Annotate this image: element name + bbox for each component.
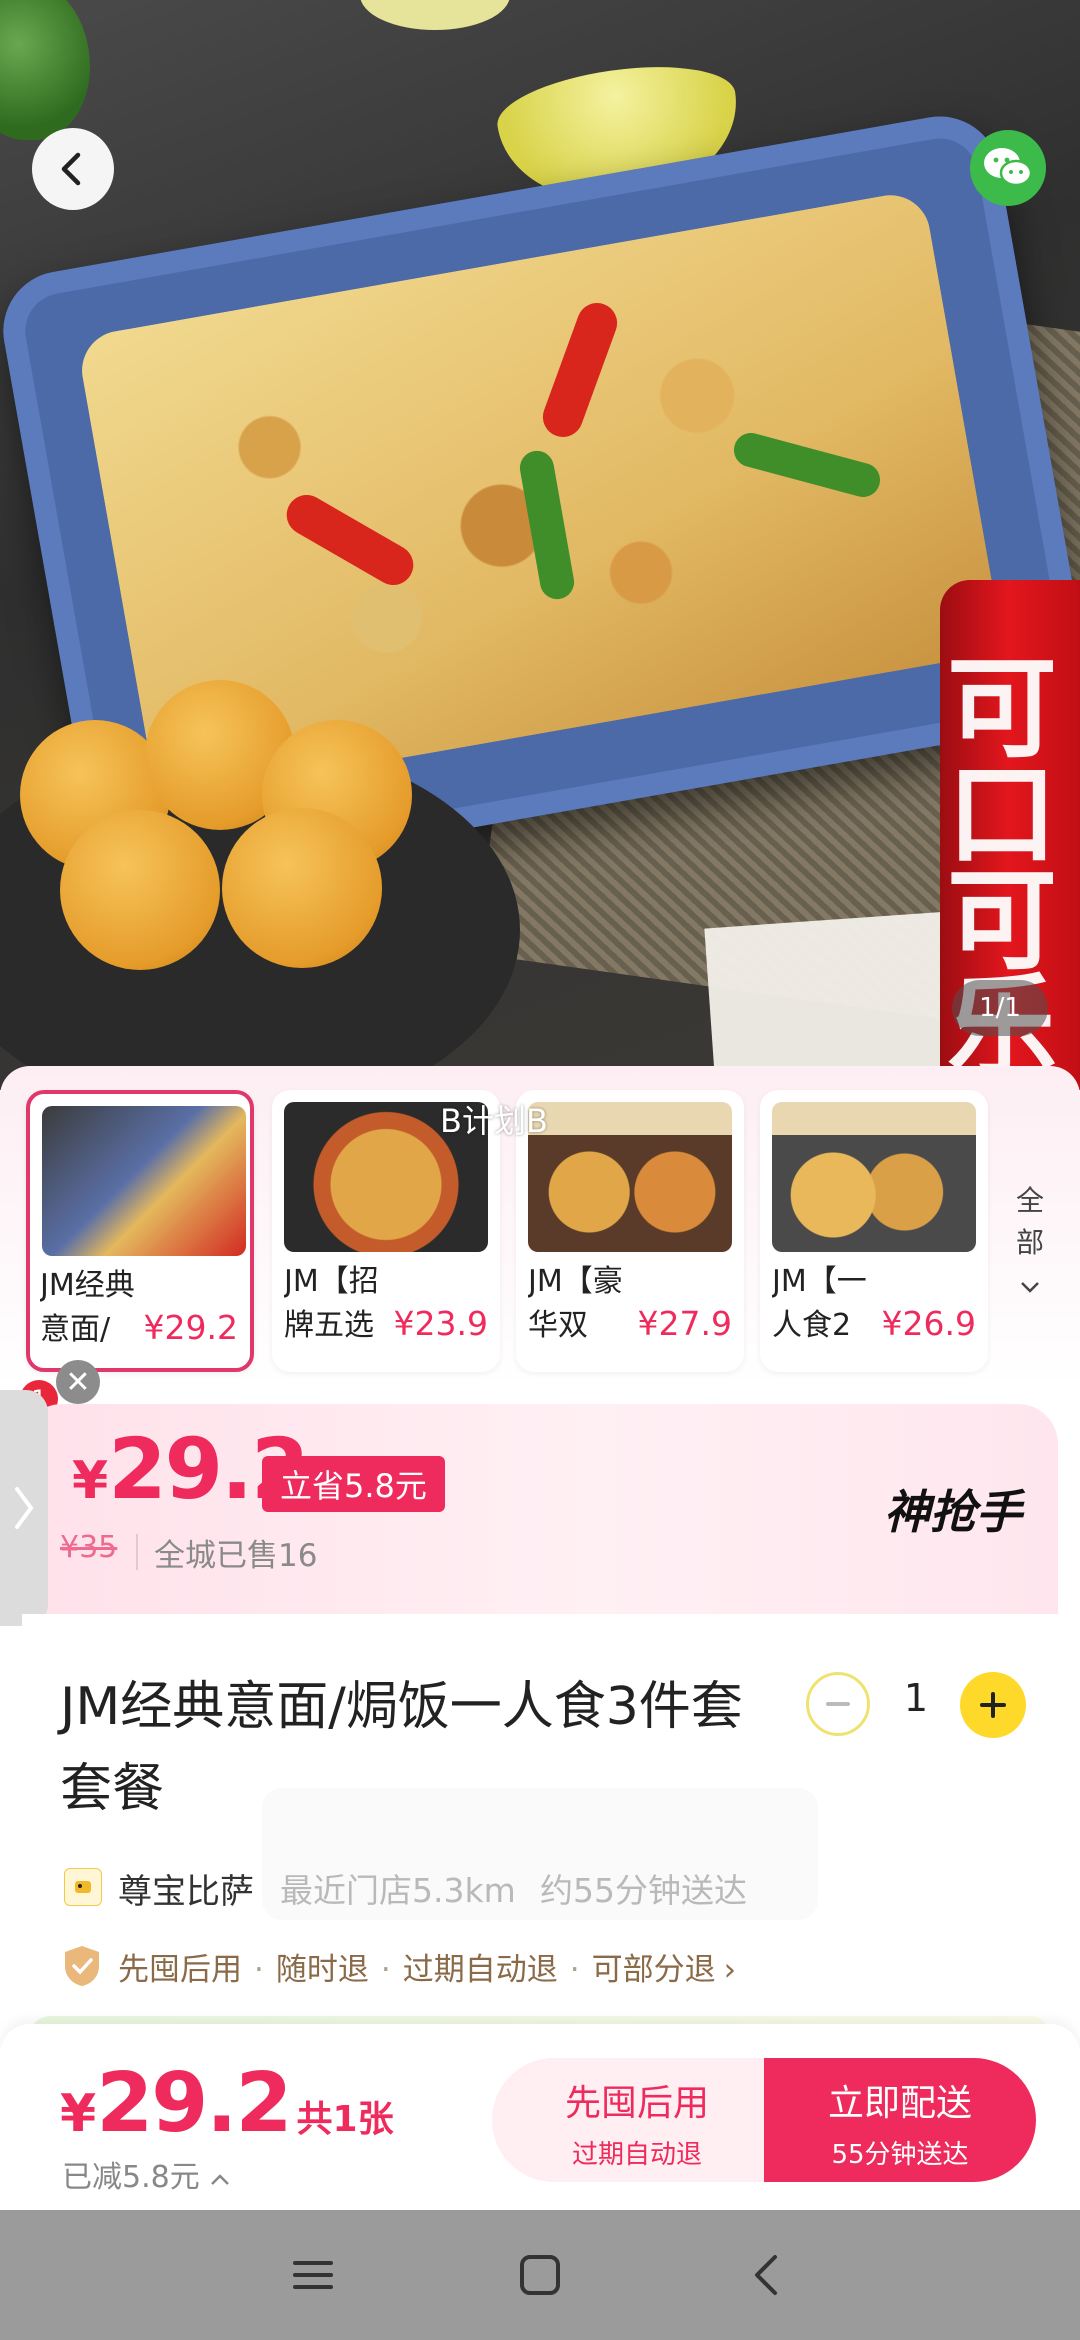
- image-counter: 1/1: [952, 980, 1048, 1036]
- variant-price: ¥27.9: [637, 1304, 732, 1343]
- close-icon[interactable]: ✕: [56, 1360, 100, 1404]
- herb-leaf: [0, 0, 90, 140]
- variant-price: ¥29.2: [143, 1308, 238, 1347]
- variant-name: JM【一人食2件…: [772, 1264, 867, 1343]
- fried-ball: [222, 808, 382, 968]
- currency-symbol: ¥: [72, 1451, 109, 1511]
- divider: [136, 1534, 138, 1570]
- chevron-left-icon: [61, 152, 81, 186]
- store-logo: [64, 1868, 102, 1906]
- all-variants-label: 全部: [1015, 1184, 1044, 1259]
- discount-text: 已减5.8元: [62, 2160, 200, 2195]
- perk-item: 随时退: [275, 1952, 369, 1988]
- button-sublabel: 过期自动退: [571, 2140, 702, 2170]
- product-page: 可口可乐 1/1 JM经典意面/焗… ¥29.2 JM【招牌五选一… ¥23.9…: [0, 0, 1080, 2340]
- all-variants-button[interactable]: 全部: [1000, 1180, 1060, 1306]
- currency-symbol: ¥: [60, 2084, 97, 2144]
- plus-icon: [980, 1692, 1006, 1718]
- total-price: ¥29.2 共1张: [60, 2056, 394, 2151]
- variant-card[interactable]: JM【一人食2件… ¥26.9: [760, 1090, 988, 1372]
- wechat-icon: [984, 148, 1033, 187]
- variant-name: JM【豪华双拼】…: [528, 1264, 623, 1343]
- variant-price: ¥26.9: [881, 1304, 976, 1343]
- button-label: 先囤后用: [564, 2083, 709, 2124]
- quantity-value: 1: [903, 1676, 929, 1720]
- deliver-now-button[interactable]: 立即配送 55分钟送达: [764, 2058, 1036, 2182]
- brand-logo: 神抢手: [884, 1485, 1022, 1539]
- total-price-value: 29.2: [96, 2056, 292, 2151]
- delivery-eta: 约55分钟送达: [540, 1871, 747, 1910]
- minus-icon: [826, 1702, 850, 1706]
- side-expand-tab[interactable]: [0, 1390, 48, 1626]
- variant-name: JM【招牌五选一…: [284, 1264, 379, 1343]
- recent-apps-button[interactable]: [283, 2245, 343, 2305]
- variant-thumbnail: [772, 1102, 976, 1252]
- buy-now-use-later-button[interactable]: 先囤后用 过期自动退: [492, 2058, 782, 2182]
- perk-item: 可部分退: [591, 1952, 716, 1988]
- system-back-button[interactable]: [737, 2245, 797, 2305]
- fried-ball: [60, 810, 220, 970]
- wechat-share-button[interactable]: [970, 130, 1046, 206]
- product-hero-image[interactable]: 可口可乐: [0, 0, 1080, 1090]
- chevron-right-icon: ›: [723, 1952, 736, 1988]
- square-icon: [519, 2255, 560, 2295]
- quantity-decrease-button[interactable]: [806, 1672, 870, 1736]
- perk-item: 过期自动退: [402, 1952, 558, 1988]
- perk-item: 先囤后用: [118, 1952, 242, 1988]
- back-button[interactable]: [32, 128, 114, 210]
- separator-dot: ·: [380, 1952, 391, 1988]
- system-nav-bar: [0, 2210, 1080, 2340]
- store-logo-icon: [75, 1881, 91, 1893]
- chevron-up-icon: [211, 2174, 230, 2185]
- quantity-increase-button[interactable]: [960, 1672, 1026, 1738]
- chevron-down-icon: [1021, 1282, 1039, 1293]
- separator-dot: ·: [254, 1952, 264, 1988]
- variant-price: ¥23.9: [393, 1304, 488, 1343]
- variant-card[interactable]: JM【豪华双拼】… ¥27.9: [516, 1090, 744, 1372]
- original-price: ¥35: [60, 1530, 118, 1565]
- shield-icon: [65, 1946, 99, 1986]
- lemon-slice: [360, 0, 510, 30]
- chevron-right-icon: [15, 1487, 34, 1529]
- discount-detail-toggle[interactable]: 已减5.8元: [62, 2152, 231, 2196]
- store-name[interactable]: 尊宝比萨: [118, 1864, 254, 1913]
- variant-thumbnail: [528, 1102, 732, 1252]
- variant-name: JM经典意面/焗…: [40, 1268, 135, 1347]
- store-distance: 最近门店5.3km: [280, 1871, 516, 1910]
- menu-icon: [293, 2261, 334, 2289]
- home-button[interactable]: [510, 2245, 570, 2305]
- back-arrow-icon: [754, 2255, 777, 2295]
- button-label: 立即配送: [827, 2083, 972, 2124]
- sold-count: 全城已售16: [154, 1538, 318, 1574]
- separator-dot: ·: [569, 1952, 580, 1988]
- promo-overlay-text: B计划B: [440, 1102, 548, 1140]
- service-perks[interactable]: 先囤后用 · 随时退 · 过期自动退 · 可部分退 ›: [118, 1944, 736, 1989]
- savings-tag: 立省5.8元: [262, 1456, 445, 1512]
- button-sublabel: 55分钟送达: [831, 2140, 969, 2170]
- ticket-count: 共1张: [296, 2099, 394, 2140]
- variant-thumbnail: [42, 1106, 246, 1256]
- variant-card-selected[interactable]: JM经典意面/焗… ¥29.2: [26, 1090, 254, 1372]
